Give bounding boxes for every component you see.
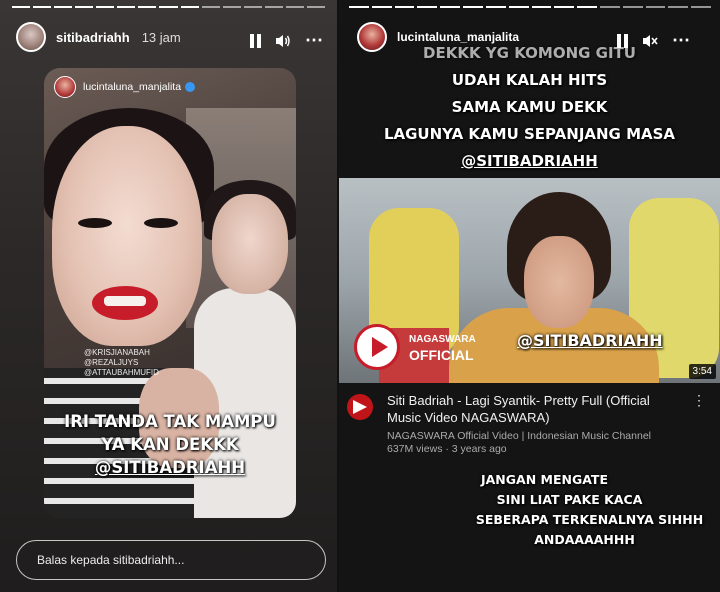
more-options-icon[interactable]: ⋯ xyxy=(672,30,691,51)
thumbnail-mention: @SITIBADRIAHH xyxy=(517,331,663,350)
tag-mention[interactable]: @KRISJIANABAH xyxy=(84,348,159,358)
avatar[interactable] xyxy=(54,76,76,98)
tag-list: @KRISJIANABAH @REZALJUYS @ATTAUBAHMUFID xyxy=(84,348,159,378)
repost-username[interactable]: lucintaluna_manjalita xyxy=(83,81,181,93)
pause-icon[interactable] xyxy=(617,33,628,48)
mute-icon[interactable] xyxy=(642,34,658,48)
story-text-line: SAMA KAMU DEKK xyxy=(451,98,608,116)
logo-text: NAGASWARA xyxy=(409,334,476,345)
story-top-text: DEKKK YG KOMONG GITU UDAH KALAH HITS SAM… xyxy=(339,40,720,175)
story-text-line: SINI LIAT PAKE KACA xyxy=(496,492,643,507)
story-username[interactable]: sitibadriahh xyxy=(56,30,130,45)
volume-icon[interactable] xyxy=(275,34,291,48)
reply-placeholder: Balas kepada sitibadriahh... xyxy=(37,553,185,567)
tag-mention[interactable]: @ATTAUBAHMUFID xyxy=(84,368,159,378)
reposted-story-card[interactable]: lucintaluna_manjalita @KRISJIANABAH @REZ… xyxy=(44,68,296,518)
story-header: sitibadriahh 13 jam xyxy=(16,22,181,52)
video-title[interactable]: Siti Badriah - Lagi Syantik- Pretty Full… xyxy=(387,392,687,426)
story-text-line: SEBERAPA TERKENALNYA SIHHH xyxy=(475,512,704,527)
video-menu-icon[interactable]: ⋮ xyxy=(692,392,706,409)
story-progress-bar xyxy=(12,6,325,8)
story-controls: ⋯ xyxy=(617,30,691,51)
youtube-channel-icon[interactable] xyxy=(347,394,373,420)
person-photo xyxy=(212,194,288,294)
story-timestamp: 13 jam xyxy=(141,29,181,45)
story-text-line: ANDAAAAHHH xyxy=(534,532,635,547)
more-options-icon[interactable]: ⋯ xyxy=(305,30,324,51)
pause-icon[interactable] xyxy=(250,33,261,48)
caption-line: YA KAN DEKKK xyxy=(101,435,239,454)
reply-input[interactable]: Balas kepada sitibadriahh... xyxy=(16,540,326,580)
story-text-line: JANGAN MENGATE xyxy=(480,472,608,487)
video-views: 637M views · 3 years ago xyxy=(387,443,507,455)
tag-mention[interactable]: @REZALJUYS xyxy=(84,358,159,368)
story-panel-left[interactable]: sitibadriahh 13 jam ⋯ lucintaluna_manjal… xyxy=(0,0,337,592)
story-text-line: LAGUNYA KAMU SEPANJANG MASA xyxy=(383,125,676,143)
video-channel: NAGASWARA Official Video | Indonesian Mu… xyxy=(387,430,651,442)
story-mention[interactable]: @SITIBADRIAHH xyxy=(339,148,720,175)
video-duration: 3:54 xyxy=(688,364,716,379)
video-thumbnail[interactable]: NAGASWARA OFFICIAL @SITIBADRIAHH 3:54 xyxy=(339,178,720,383)
repost-header: lucintaluna_manjalita xyxy=(54,76,196,98)
story-bottom-text: JANGAN MENGATE SINI LIAT PAKE KACA SEBER… xyxy=(339,470,720,550)
story-progress-bar xyxy=(349,6,711,8)
caption-mention[interactable]: @SITIBADRIAHH xyxy=(44,456,296,479)
avatar[interactable] xyxy=(357,22,387,52)
channel-logo: NAGASWARA OFFICIAL xyxy=(409,334,476,363)
story-text-line: UDAH KALAH HITS xyxy=(451,71,608,89)
caption-line: IRI TANDA TAK MAMPU xyxy=(64,412,276,431)
story-caption: IRI TANDA TAK MAMPU YA KAN DEKKK @SITIBA… xyxy=(44,410,296,479)
play-icon[interactable] xyxy=(354,324,400,370)
video-meta: NAGASWARA Official Video | Indonesian Mu… xyxy=(387,430,707,456)
logo-text: OFFICIAL xyxy=(409,347,474,363)
story-header: lucintaluna_manjalita xyxy=(357,22,519,52)
story-username[interactable]: lucintaluna_manjalita xyxy=(397,30,519,44)
verified-badge-icon xyxy=(185,82,196,92)
story-controls: ⋯ xyxy=(250,30,324,51)
story-panel-right[interactable]: DEKKK YG KOMONG GITU UDAH KALAH HITS SAM… xyxy=(339,0,720,592)
avatar[interactable] xyxy=(16,22,46,52)
